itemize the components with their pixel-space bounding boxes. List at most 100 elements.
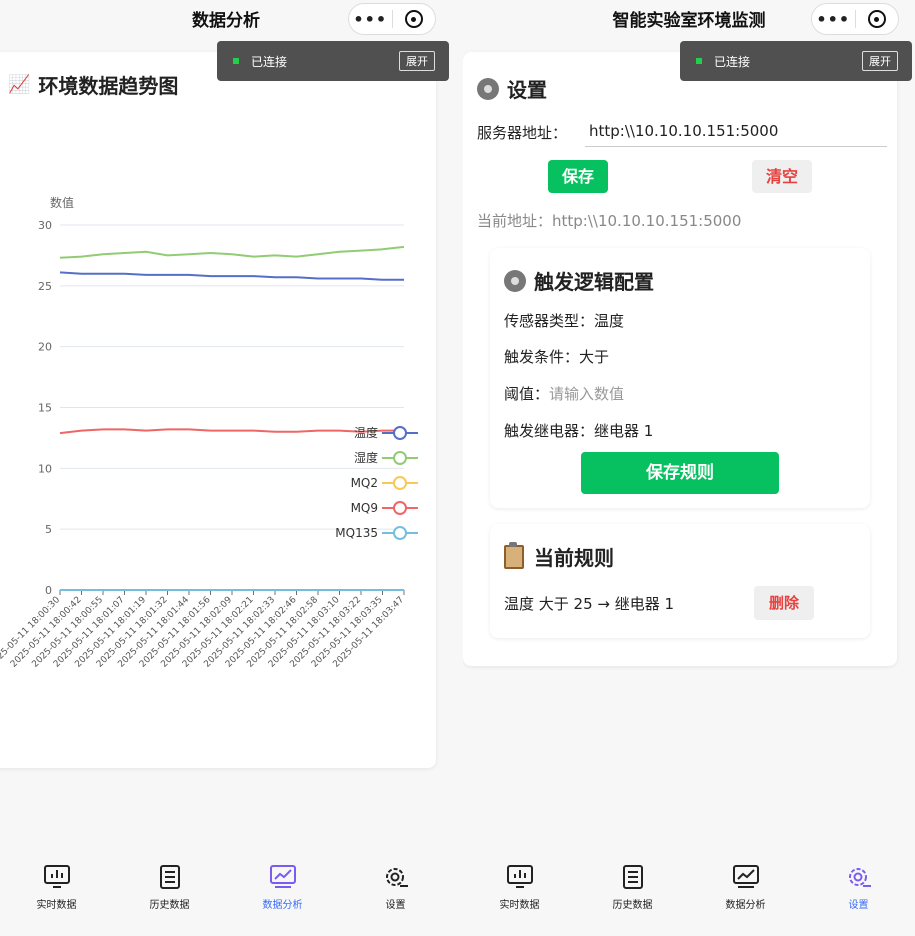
legend-marker [393,501,407,515]
legend-marker [393,451,407,465]
save-button[interactable]: 保存 [548,160,608,193]
series-line [59,428,404,435]
expand-button[interactable]: 展开 [399,51,435,71]
series-line [59,245,405,259]
clear-button[interactable]: 清空 [752,160,812,193]
gear-icon [477,77,499,100]
condition-label: 触发条件： [504,348,580,366]
trend-chart-card: 📈 环境数据趋势图 数值 0 5 10 15 20 25 30 2025-05-11 18:00… [0,52,436,768]
legend-marker [393,526,407,540]
y-tick-label: 30 [38,219,52,232]
threshold-label: 阈值： [504,385,550,403]
legend-label: MQ2 [351,476,378,490]
tab-label: 历史数据 [149,900,190,911]
more-menu-button[interactable]: ••• [349,10,392,29]
monitor-chart-icon [506,865,533,888]
settings-screen: 智能实验室环境监测 ••• 设置 服务器地址： http:\\10.10.10.… [463,0,915,936]
legend-marker [393,476,407,490]
relay-select[interactable]: 触发继电器：继电器 1 [504,420,653,441]
threshold-row: 阈值：请输入数值 [504,383,624,404]
tab-bar: 实时数据 历史数据 数据分析 设置 [463,846,915,936]
trend-chart: 数值0510152025302025-05-11 18:00:302025-05… [0,195,418,670]
expand-button[interactable]: 展开 [862,51,898,71]
connection-status: 已连接 [251,54,288,69]
connection-banner: 已连接 展开 [680,41,912,81]
tab-settings[interactable]: 设置 [339,846,452,936]
server-input[interactable]: http:\\10.10.10.151:5000 [585,118,887,147]
y-axis-label: 数值 [50,195,74,210]
close-target-button[interactable] [393,10,436,28]
status-dot [233,58,239,64]
legend-label: MQ9 [351,501,378,515]
target-icon [404,10,423,28]
tab-label: 实时数据 [36,900,77,911]
trigger-config-card: 触发逻辑配置 传感器类型：温度 触发条件：大于 阈值：请输入数值 触发继电器：继… [490,248,870,508]
target-icon [867,10,886,28]
condition-select[interactable]: 触发条件：大于 [504,346,609,367]
threshold-input[interactable]: 请输入数值 [549,385,624,403]
y-tick-label: 5 [45,523,52,536]
analysis-screen: 数据分析 ••• 📈 环境数据趋势图 数值 0 5 10 15 20 25 30 2025-05… [0,0,452,936]
settings-card: 设置 服务器地址： http:\\10.10.10.151:5000 保存 清空… [463,52,897,666]
chart-up-icon: 📈 [8,74,31,95]
y-tick-label: 10 [38,462,52,475]
current-address-value: http:\\10.10.10.151:5000 [552,212,742,230]
tab-history[interactable]: 历史数据 [113,846,226,936]
condition-value: 大于 [579,348,610,366]
current-address-label: 当前地址： [477,212,553,230]
rule-item: 温度 大于 25 → 继电器 1 删除 [504,586,854,620]
tab-analysis[interactable]: 数据分析 [689,846,802,936]
y-tick-label: 15 [38,402,52,415]
delete-rule-button[interactable]: 删除 [754,586,814,620]
rules-title: 当前规则 [504,541,614,571]
legend-label: 湿度 [354,450,378,465]
current-address: 当前地址：http:\\10.10.10.151:5000 [477,210,741,231]
tab-history[interactable]: 历史数据 [576,846,689,936]
monitor-chart-icon [43,865,70,888]
relay-label: 触发继电器： [504,422,595,440]
clipboard-icon [504,541,524,569]
mini-program-capsule: ••• [348,3,436,35]
legend-label: 温度 [354,425,378,440]
clipboard-list-icon [622,865,643,889]
trigger-title: 触发逻辑配置 [504,266,654,295]
settings-title: 设置 [477,74,547,103]
tab-label: 数据分析 [725,900,766,911]
tab-label: 历史数据 [612,900,653,911]
tab-label: 数据分析 [262,900,303,911]
legend-label: MQ135 [335,526,378,540]
clipboard-list-icon [159,865,180,889]
rules-title-text: 当前规则 [534,546,614,570]
series-line [59,271,404,281]
chart-card-title-text: 环境数据趋势图 [38,74,179,98]
legend-marker [393,426,407,440]
trigger-title-text: 触发逻辑配置 [534,270,654,294]
tab-analysis[interactable]: 数据分析 [226,846,339,936]
rule-text: 温度 大于 25 → 继电器 1 [504,594,675,613]
more-menu-button[interactable]: ••• [812,10,855,29]
trend-chart-icon [732,865,759,888]
server-row: 服务器地址： http:\\10.10.10.151:5000 [477,118,887,147]
tab-realtime[interactable]: 实时数据 [0,846,113,936]
trend-chart-icon [269,865,296,888]
y-tick-label: 20 [38,341,52,354]
server-label: 服务器地址： [477,124,568,142]
gear-icon [385,868,408,887]
mini-program-capsule: ••• [811,3,899,35]
status-dot [696,58,702,64]
y-tick-label: 0 [45,584,52,597]
relay-value: 继电器 1 [594,422,654,440]
y-tick-label: 25 [38,280,52,293]
save-rule-button[interactable]: 保存规则 [581,452,779,494]
connection-banner: 已连接 展开 [217,41,449,81]
sensor-type-select[interactable]: 传感器类型：温度 [504,310,624,331]
tab-settings[interactable]: 设置 [802,846,915,936]
close-target-button[interactable] [856,10,899,28]
tab-bar: 实时数据 历史数据 数据分析 设置 [0,846,452,936]
gear-icon [848,868,871,887]
tab-label: 设置 [385,900,406,911]
tab-label: 设置 [848,900,869,911]
gear-icon [504,269,526,292]
chart-card-title: 📈 环境数据趋势图 [8,70,178,99]
tab-realtime[interactable]: 实时数据 [463,846,576,936]
